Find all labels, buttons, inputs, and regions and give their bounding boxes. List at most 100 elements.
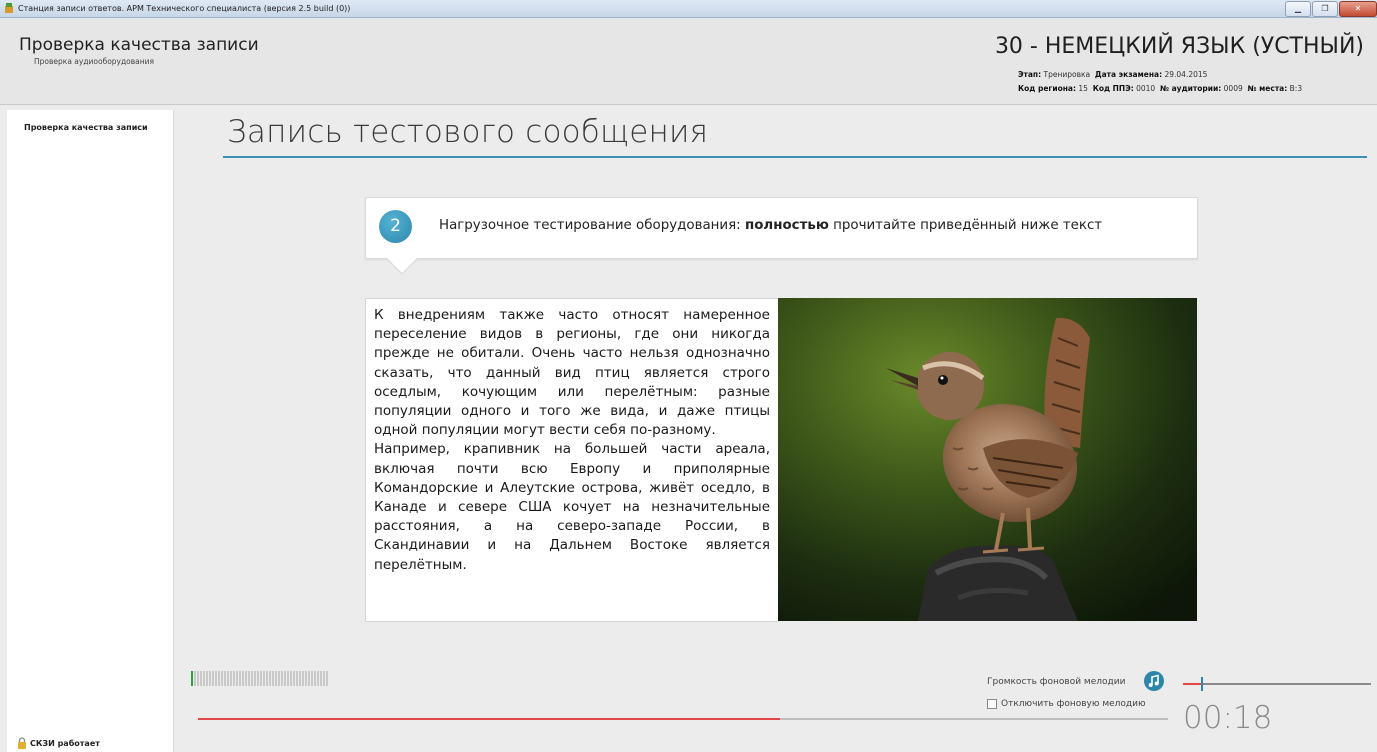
window-title: Станция записи ответов. АРМ Технического…	[18, 4, 351, 13]
seat-value: В:3	[1289, 84, 1303, 93]
seat-label: № места:	[1247, 84, 1288, 93]
level-segment	[311, 671, 313, 686]
sidebar-item-quality-check[interactable]: Проверка качества записи	[24, 123, 148, 132]
instruction-callout: 2 Нагрузочное тестирование оборудования:…	[365, 197, 1198, 275]
background-volume-label: Громкость фоновой мелодии	[987, 677, 1126, 687]
level-segment	[272, 671, 274, 686]
level-segment	[263, 671, 265, 686]
ppe-label: Код ППЭ:	[1092, 84, 1134, 93]
section-heading: Запись тестового сообщения	[227, 114, 709, 150]
room-value: 0009	[1223, 84, 1243, 93]
level-segment	[284, 671, 286, 686]
region-value: 15	[1078, 84, 1088, 93]
instruction-text-start: Нагрузочное тестирование оборудования:	[439, 218, 745, 233]
crypto-status: СКЗИ работает	[17, 737, 100, 749]
level-segment	[287, 671, 289, 686]
level-segment	[278, 671, 280, 686]
audio-level-meter	[191, 671, 328, 686]
level-segment	[242, 671, 244, 686]
level-segment	[191, 671, 193, 686]
level-segment	[215, 671, 217, 686]
level-segment	[293, 671, 295, 686]
level-segment	[320, 671, 322, 686]
instruction-text: Нагрузочное тестирование оборудования: п…	[439, 218, 1102, 233]
level-segment	[227, 671, 229, 686]
level-segment	[257, 671, 259, 686]
minimize-button[interactable]: ▁	[1285, 1, 1311, 17]
window-titlebar: Станция записи ответов. АРМ Технического…	[0, 0, 1377, 18]
level-segment	[305, 671, 307, 686]
minimize-icon: ▁	[1294, 4, 1302, 13]
header: Проверка качества записи Проверка аудиоо…	[0, 18, 1377, 105]
exam-meta-line-1: Этап: Тренировка Дата экзамена: 29.04.20…	[1018, 70, 1207, 79]
level-segment	[230, 671, 232, 686]
page-subtitle: Проверка аудиооборудования	[34, 57, 155, 66]
room-label: № аудитории:	[1159, 84, 1222, 93]
level-segment	[206, 671, 208, 686]
level-segment	[197, 671, 199, 686]
level-segment	[296, 671, 298, 686]
level-segment	[302, 671, 304, 686]
crypto-status-text: СКЗИ работает	[30, 738, 100, 748]
mute-background-label: Отключить фоновую мелодию	[1001, 699, 1146, 709]
recording-progress-bar	[198, 718, 1168, 720]
app-icon	[5, 3, 13, 13]
level-segment	[275, 671, 277, 686]
stage-label: Этап:	[1018, 70, 1042, 79]
step-number-badge: 2	[379, 210, 412, 243]
volume-slider-fill	[1183, 683, 1202, 685]
exam-meta-line-2: Код региона: 15 Код ППЭ: 0010 № аудитори…	[1018, 84, 1302, 93]
level-segment	[221, 671, 223, 686]
heading-divider	[223, 156, 1367, 158]
level-segment	[218, 671, 220, 686]
level-segment	[269, 671, 271, 686]
region-label: Код региона:	[1018, 84, 1076, 93]
level-segment	[212, 671, 214, 686]
recording-progress-fill	[198, 718, 780, 720]
mute-background-checkbox[interactable]	[987, 699, 997, 709]
reading-text-panel: К внедрениям также часто относят намерен…	[365, 298, 779, 622]
level-segment	[317, 671, 319, 686]
level-segment	[245, 671, 247, 686]
page-title: Проверка качества записи	[19, 35, 259, 55]
level-segment	[266, 671, 268, 686]
music-note-icon[interactable]	[1144, 671, 1164, 691]
ppe-value: 0010	[1136, 84, 1156, 93]
level-segment	[323, 671, 325, 686]
level-segment	[299, 671, 301, 686]
date-value: 29.04.2015	[1164, 70, 1208, 79]
level-segment	[209, 671, 211, 686]
recording-timer: 00:18	[1183, 700, 1273, 736]
level-segment	[326, 671, 328, 686]
level-segment	[260, 671, 262, 686]
close-icon: ✕	[1354, 4, 1362, 13]
lock-icon	[18, 737, 26, 749]
exam-title: 30 - НЕМЕЦКИЙ ЯЗЫК (УСТНЫЙ)	[994, 34, 1364, 59]
instruction-text-end: прочитайте приведённый ниже текст	[828, 218, 1103, 233]
level-segment	[224, 671, 226, 686]
level-segment	[233, 671, 235, 686]
restore-button[interactable]: ❐	[1312, 1, 1338, 17]
background-volume-slider[interactable]	[1183, 677, 1371, 691]
level-segment	[239, 671, 241, 686]
level-segment	[194, 671, 196, 686]
level-segment	[248, 671, 250, 686]
level-segment	[308, 671, 310, 686]
level-segment	[290, 671, 292, 686]
level-segment	[203, 671, 205, 686]
reading-paragraph: К внедрениям также часто относят намерен…	[374, 307, 770, 439]
stage-value: Тренировка	[1043, 70, 1091, 79]
level-segment	[254, 671, 256, 686]
level-segment	[200, 671, 202, 686]
volume-slider-thumb[interactable]	[1200, 677, 1203, 691]
sidebar: Проверка качества записи СКЗИ работает	[7, 110, 174, 752]
level-segment	[281, 671, 283, 686]
level-segment	[251, 671, 253, 686]
close-button[interactable]: ✕	[1339, 1, 1377, 17]
restore-icon: ❐	[1321, 4, 1329, 13]
date-label: Дата экзамена:	[1094, 70, 1163, 79]
instruction-emphasis: полностью	[744, 218, 829, 233]
mute-background-row[interactable]: Отключить фоновую мелодию	[987, 699, 1146, 709]
level-segment	[236, 671, 238, 686]
wren-bird-photo	[778, 298, 1197, 621]
